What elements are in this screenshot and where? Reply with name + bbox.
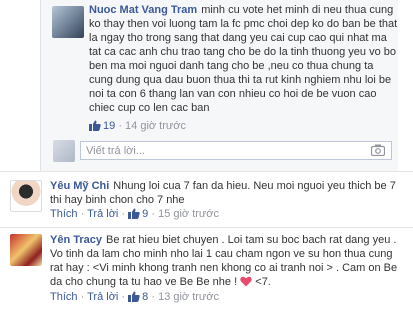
meta-separator: · <box>80 208 85 220</box>
comment-author-name[interactable]: Yên Tracy <box>50 234 102 246</box>
reply-meta: 19 · 14 giờ trước <box>89 120 186 132</box>
reply-input[interactable] <box>81 142 361 159</box>
comment-divider <box>0 227 413 228</box>
comment-author-name[interactable]: Yêu Mỹ Chi <box>50 180 109 192</box>
reply-author-avatar[interactable] <box>52 6 84 38</box>
meta-separator: · <box>151 291 156 303</box>
current-user-avatar <box>53 140 75 162</box>
reply-link[interactable]: Trả lời <box>87 291 118 303</box>
thumbs-up-icon <box>89 120 101 131</box>
meta-separator: · <box>121 291 126 303</box>
comment-text: Be rat hieu biet chuyen . Loi tam su boc… <box>50 234 398 288</box>
reply-link[interactable]: Trả lời <box>87 208 118 220</box>
reply-input-box[interactable] <box>80 141 392 160</box>
like-link[interactable]: Thích <box>50 291 78 303</box>
heart-emoticon-icon <box>240 276 252 287</box>
like-link[interactable]: Thích <box>50 208 78 220</box>
comment-body: Yêu Mỹ Chi Nhung loi cua 7 fan da hieu. N… <box>50 179 400 207</box>
meta-separator: · <box>121 208 126 220</box>
reply-like-count[interactable]: 19 <box>103 120 115 132</box>
reply-text: minh cu vote het minh di neu thua cung k… <box>89 4 398 114</box>
comment-body: Yên Tracy Be rat hieu biet chuyen . Loi t… <box>50 233 400 289</box>
comment-divider <box>0 171 413 172</box>
comment-timestamp[interactable]: 13 giờ trước <box>158 291 219 303</box>
reply-author-name[interactable]: Nuoc Mat Vang Tram <box>89 4 197 16</box>
thumbs-up-icon <box>128 208 140 219</box>
reply-timestamp[interactable]: 14 giờ trước <box>125 120 186 132</box>
meta-separator: · <box>80 291 85 303</box>
camera-icon[interactable] <box>371 144 385 156</box>
comment-author-avatar[interactable] <box>10 180 42 212</box>
comment-author-avatar[interactable] <box>10 234 42 266</box>
comment-meta: Thích · Trả lời · 8 · 13 giờ trước <box>50 291 219 303</box>
reply-separator: · <box>118 120 122 132</box>
comment-text-end: <7. <box>255 276 271 288</box>
reply-body: Nuoc Mat Vang Tram minh cu vote het minh … <box>89 3 399 115</box>
comment-like-count[interactable]: 9 <box>142 208 148 220</box>
thumbs-up-icon <box>128 291 140 302</box>
meta-separator: · <box>151 208 156 220</box>
comment-meta: Thích · Trả lời · 9 · 15 giờ trước <box>50 208 219 220</box>
comment-like-count[interactable]: 8 <box>142 291 148 303</box>
comment-timestamp[interactable]: 15 giờ trước <box>158 208 219 220</box>
